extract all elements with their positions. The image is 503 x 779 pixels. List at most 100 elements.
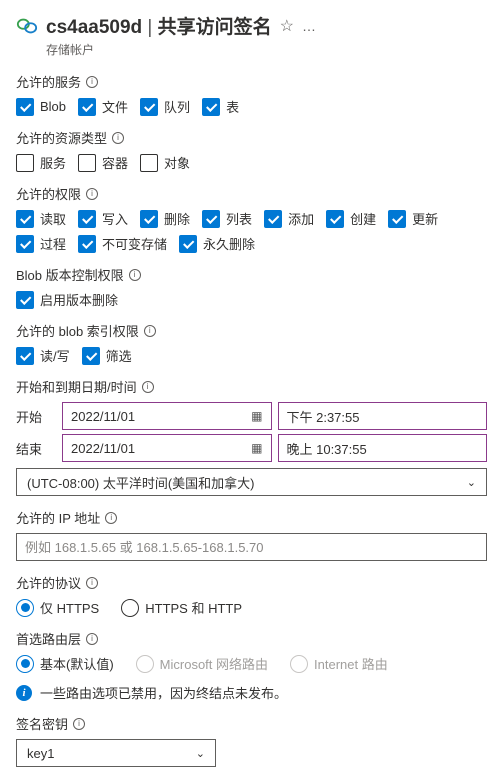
checkbox-label: 服务 (40, 153, 66, 172)
permission-checkbox[interactable]: 读取 (16, 209, 66, 228)
service-checkbox[interactable]: Blob (16, 97, 66, 116)
checkbox-box (16, 154, 34, 172)
info-icon[interactable]: i (86, 188, 98, 200)
calendar-icon: ▦ (251, 441, 262, 455)
checkbox-label: 过程 (40, 234, 66, 253)
checkbox-label: 创建 (350, 209, 376, 228)
calendar-icon: ▦ (251, 409, 262, 423)
checkbox-label: 启用版本删除 (40, 290, 118, 309)
checkbox-box (78, 98, 96, 116)
permission-checkbox[interactable]: 写入 (78, 209, 128, 228)
blob-index-checkbox[interactable]: 读/写 (16, 346, 70, 365)
permission-checkbox[interactable]: 过程 (16, 234, 66, 253)
chevron-down-icon: ⌄ (467, 476, 476, 489)
blob-version-checkbox[interactable]: 启用版本删除 (16, 290, 118, 309)
radio-label: Internet 路由 (314, 654, 388, 673)
service-checkbox[interactable]: 表 (202, 97, 239, 116)
start-time-input[interactable]: 下午 2:37:55 (278, 402, 488, 430)
radio-label: 基本(默认值) (40, 654, 114, 673)
timezone-select[interactable]: (UTC-08:00) 太平洋时间(美国和加拿大) ⌄ (16, 468, 487, 496)
more-actions-icon[interactable]: … (302, 18, 317, 34)
checkbox-label: 读取 (40, 209, 66, 228)
allowed-protocol-row: 仅 HTTPS HTTPS 和 HTTP (16, 598, 487, 617)
allowed-ip-input[interactable] (16, 533, 487, 561)
checkbox-box (140, 154, 158, 172)
checkbox-box (202, 210, 220, 228)
info-icon[interactable]: i (86, 577, 98, 589)
blob-version-perms-label: Blob 版本控制权限 i (16, 265, 487, 284)
checkbox-box (16, 210, 34, 228)
checkbox-box (78, 210, 96, 228)
radio-circle (290, 655, 308, 673)
chevron-down-icon: ⌄ (196, 747, 205, 760)
checkbox-box (179, 235, 197, 253)
routing-radio: Internet 路由 (290, 654, 388, 673)
permission-checkbox[interactable]: 创建 (326, 209, 376, 228)
checkbox-label: Blob (40, 99, 66, 114)
checkbox-label: 永久删除 (203, 234, 255, 253)
service-checkbox[interactable]: 队列 (140, 97, 190, 116)
info-icon[interactable]: i (86, 633, 98, 645)
routing-tier-label: 首选路由层 i (16, 629, 487, 648)
info-icon[interactable]: i (105, 512, 117, 524)
permission-checkbox[interactable]: 不可变存储 (78, 234, 167, 253)
checkbox-label: 表 (226, 97, 239, 116)
end-time-input[interactable]: 晚上 10:37:55 (278, 434, 488, 462)
protocol-radio[interactable]: HTTPS 和 HTTP (121, 598, 242, 617)
allowed-resource-types-row: 服务 容器 对象 (16, 153, 487, 172)
info-icon[interactable]: i (86, 76, 98, 88)
checkbox-box (16, 98, 34, 116)
favorite-star-icon[interactable]: ☆ (280, 16, 294, 36)
checkbox-box (140, 210, 158, 228)
allowed-ip-label: 允许的 IP 地址 i (16, 508, 487, 527)
info-icon[interactable]: i (144, 325, 156, 337)
start-date-input[interactable]: 2022/11/01 ▦ (62, 402, 272, 430)
checkbox-box (140, 98, 158, 116)
checkbox-label: 更新 (412, 209, 438, 228)
checkbox-box (326, 210, 344, 228)
info-icon[interactable]: i (142, 381, 154, 393)
signing-key-select[interactable]: key1 ⌄ (16, 739, 216, 767)
resource-type-checkbox[interactable]: 容器 (78, 153, 128, 172)
service-checkbox[interactable]: 文件 (78, 97, 128, 116)
resource-type-checkbox[interactable]: 对象 (140, 153, 190, 172)
radio-circle (121, 599, 139, 617)
checkbox-label: 筛选 (106, 346, 132, 365)
permission-checkbox[interactable]: 永久删除 (179, 234, 255, 253)
blob-index-perms-label: 允许的 blob 索引权限 i (16, 321, 487, 340)
checkbox-box (78, 154, 96, 172)
info-icon[interactable]: i (112, 132, 124, 144)
checkbox-label: 文件 (102, 97, 128, 116)
blob-index-checkbox[interactable]: 筛选 (82, 346, 132, 365)
checkbox-box (16, 347, 34, 365)
permission-checkbox[interactable]: 列表 (202, 209, 252, 228)
info-banner-icon: i (16, 685, 32, 701)
routing-tier-row: 基本(默认值) Microsoft 网络路由 Internet 路由 (16, 654, 487, 673)
checkbox-label: 删除 (164, 209, 190, 228)
signing-key-label: 签名密钥 i (16, 714, 487, 733)
routing-radio[interactable]: 基本(默认值) (16, 654, 114, 673)
blob-index-perms-row: 读/写 筛选 (16, 346, 487, 365)
protocol-radio[interactable]: 仅 HTTPS (16, 598, 99, 617)
checkbox-label: 容器 (102, 153, 128, 172)
checkbox-label: 对象 (164, 153, 190, 172)
end-date-input[interactable]: 2022/11/01 ▦ (62, 434, 272, 462)
allowed-services-label: 允许的服务 i (16, 72, 487, 91)
permission-checkbox[interactable]: 更新 (388, 209, 438, 228)
radio-label: Microsoft 网络路由 (160, 654, 268, 673)
permission-checkbox[interactable]: 添加 (264, 209, 314, 228)
checkbox-box (16, 235, 34, 253)
info-icon[interactable]: i (73, 718, 85, 730)
start-label: 开始 (16, 402, 56, 430)
checkbox-box (202, 98, 220, 116)
checkbox-box (16, 291, 34, 309)
checkbox-label: 不可变存储 (102, 234, 167, 253)
allowed-resource-types-label: 允许的资源类型 i (16, 128, 487, 147)
checkbox-label: 列表 (226, 209, 252, 228)
allowed-permissions-label: 允许的权限 i (16, 184, 487, 203)
resource-type-checkbox[interactable]: 服务 (16, 153, 66, 172)
checkbox-label: 读/写 (40, 346, 70, 365)
info-icon[interactable]: i (129, 269, 141, 281)
radio-label: HTTPS 和 HTTP (145, 598, 242, 617)
permission-checkbox[interactable]: 删除 (140, 209, 190, 228)
